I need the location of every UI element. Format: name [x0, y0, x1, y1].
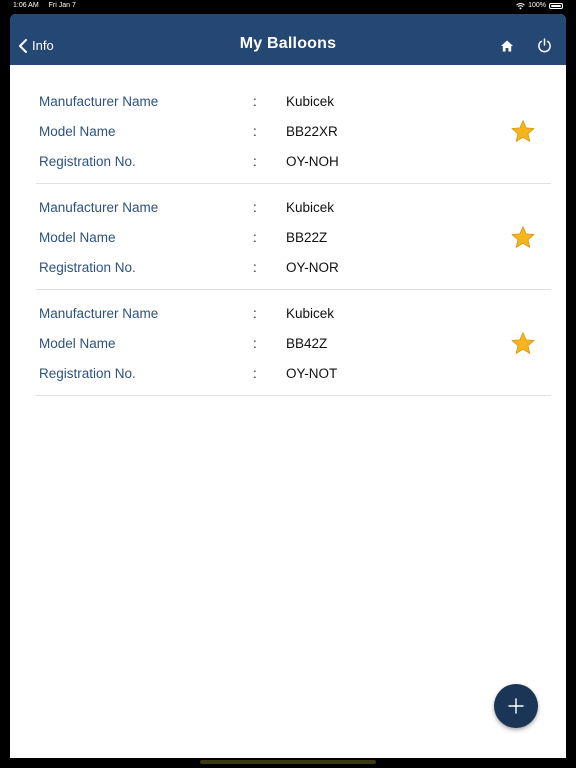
balloon-list: Manufacturer Name : Kubicek Model Name :… — [10, 65, 566, 396]
model-label: Model Name — [39, 230, 116, 245]
page-title: My Balloons — [239, 35, 337, 52]
registration-label: Registration No. — [39, 260, 136, 275]
manufacturer-label: Manufacturer Name — [39, 200, 159, 215]
separator: : — [253, 154, 257, 169]
plus-icon — [508, 698, 524, 714]
status-time: 1:06 AM — [13, 2, 39, 9]
manufacturer-value: Kubicek — [286, 306, 335, 321]
separator: : — [253, 336, 257, 351]
balloon-card[interactable]: Manufacturer Name : Kubicek Model Name :… — [36, 290, 551, 396]
model-label: Model Name — [39, 336, 116, 351]
manufacturer-row: Manufacturer Name : Kubicek — [39, 306, 509, 326]
separator: : — [253, 200, 257, 215]
separator: : — [253, 94, 257, 109]
manufacturer-label: Manufacturer Name — [39, 306, 159, 321]
registration-row: Registration No. : OY-NOR — [39, 260, 509, 280]
manufacturer-value: Kubicek — [286, 200, 335, 215]
separator: : — [253, 124, 257, 139]
manufacturer-row: Manufacturer Name : Kubicek — [39, 200, 509, 220]
separator: : — [253, 260, 257, 275]
model-value: BB22XR — [286, 124, 338, 139]
model-row: Model Name : BB22XR — [39, 124, 509, 144]
battery-percent: 100% — [528, 2, 546, 9]
battery-fill — [551, 5, 561, 7]
model-value: BB22Z — [286, 230, 328, 245]
power-icon[interactable] — [537, 38, 552, 53]
home-indicator — [200, 760, 376, 764]
status-bar: 1:06 AM Fri Jan 7 100% — [0, 0, 576, 12]
manufacturer-row: Manufacturer Name : Kubicek — [39, 94, 509, 114]
model-label: Model Name — [39, 124, 116, 139]
registration-label: Registration No. — [39, 366, 136, 381]
favorite-star-icon[interactable] — [510, 331, 536, 357]
battery-icon — [549, 3, 563, 9]
model-row: Model Name : BB42Z — [39, 336, 509, 356]
add-balloon-button[interactable] — [494, 684, 538, 728]
manufacturer-value: Kubicek — [286, 94, 335, 109]
balloon-card[interactable]: Manufacturer Name : Kubicek Model Name :… — [36, 184, 551, 290]
status-left: 1:06 AM Fri Jan 7 — [13, 0, 84, 12]
wifi-icon — [516, 2, 525, 9]
registration-value: OY-NOR — [286, 260, 339, 275]
registration-row: Registration No. : OY-NOH — [39, 154, 509, 174]
registration-label: Registration No. — [39, 154, 136, 169]
separator: : — [253, 230, 257, 245]
favorite-star-icon[interactable] — [510, 119, 536, 145]
registration-value: OY-NOH — [286, 154, 339, 169]
model-row: Model Name : BB22Z — [39, 230, 509, 250]
status-right: 100% — [516, 0, 563, 12]
separator: : — [253, 366, 257, 381]
status-date: Fri Jan 7 — [48, 2, 76, 9]
registration-row: Registration No. : OY-NOT — [39, 366, 509, 386]
app-screen: Info My Balloons Manufacturer Name : Kub… — [10, 14, 566, 758]
favorite-star-icon[interactable] — [510, 225, 536, 251]
device-frame: 1:06 AM Fri Jan 7 100% Info My Balloons — [0, 0, 576, 768]
home-icon[interactable] — [500, 39, 514, 53]
balloon-card[interactable]: Manufacturer Name : Kubicek Model Name :… — [36, 65, 551, 184]
manufacturer-label: Manufacturer Name — [39, 94, 159, 109]
model-value: BB42Z — [286, 336, 328, 351]
navigation-bar: Info My Balloons — [10, 14, 566, 65]
separator: : — [253, 306, 257, 321]
registration-value: OY-NOT — [286, 366, 338, 381]
